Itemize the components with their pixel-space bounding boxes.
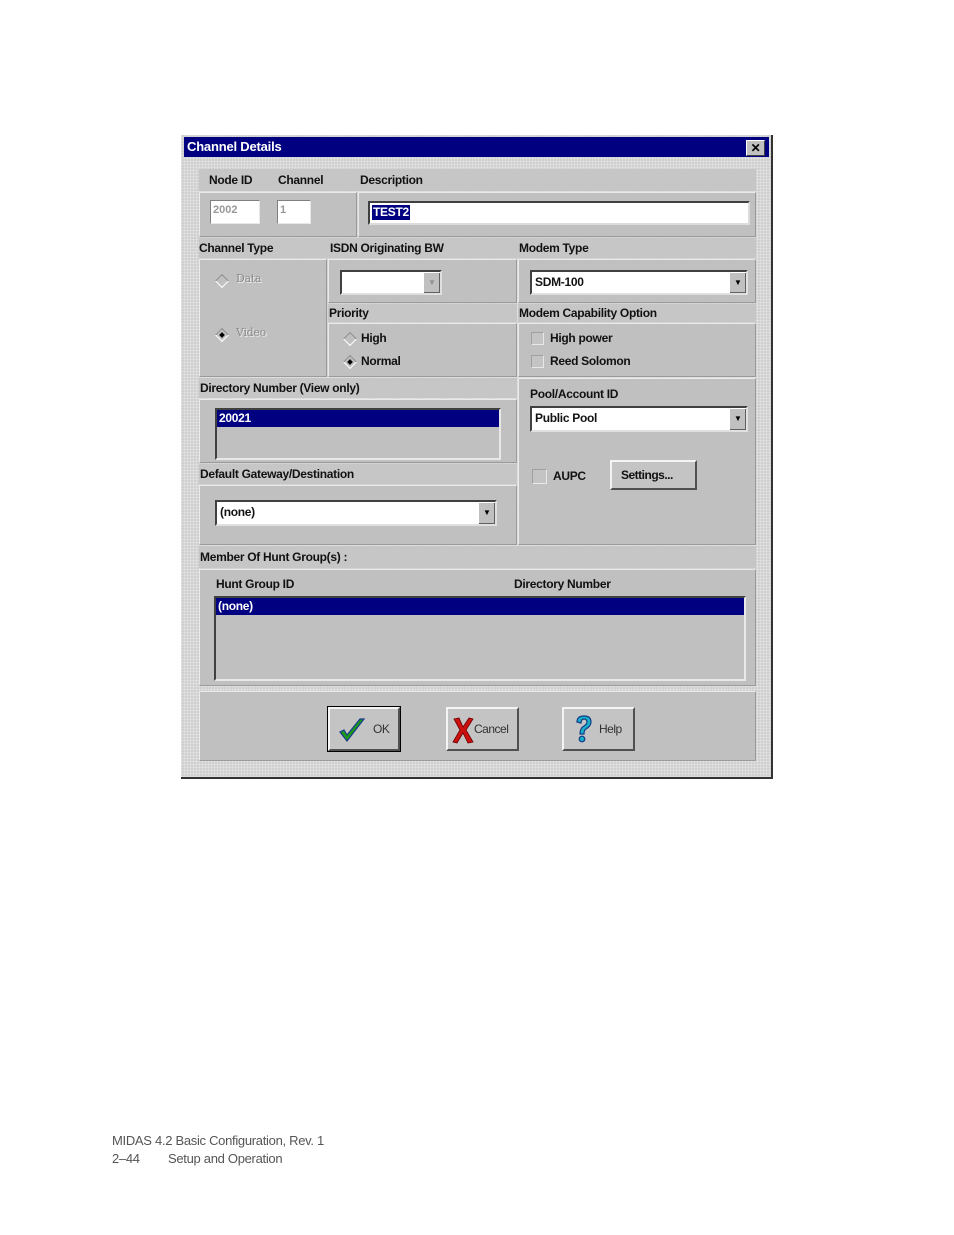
title-bar: Channel Details ✕	[184, 137, 769, 157]
modem-capability-header: Modem Capability Option	[518, 304, 756, 322]
normal-option-label[interactable]: Normal	[361, 354, 401, 368]
table-row[interactable]: (none)	[216, 598, 744, 615]
pool-account-label: Pool/Account ID	[530, 387, 619, 401]
isdn-bw-label: ISDN Originating BW	[330, 241, 444, 255]
modem-capability-panel: High power Reed Solomon	[518, 323, 756, 377]
chevron-down-icon: ▼	[478, 502, 495, 524]
close-x-icon: ✕	[750, 141, 761, 155]
radio-high[interactable]	[342, 331, 358, 347]
description-value: TEST2	[372, 205, 410, 220]
footer-section: Setup and Operation	[168, 1151, 283, 1166]
directory-number-list[interactable]: 20021	[215, 408, 501, 460]
description-label: Description	[360, 173, 423, 187]
modem-capability-label: Modem Capability Option	[519, 306, 657, 320]
modem-type-label: Modem Type	[519, 241, 589, 255]
video-option-label: Video	[236, 326, 266, 339]
chevron-down-icon: ▼	[729, 408, 746, 430]
identity-header: Node ID Channel Description	[199, 169, 756, 191]
channel-field: 1	[277, 200, 311, 224]
priority-header: Priority	[328, 304, 517, 322]
help-button[interactable]: Help	[562, 707, 635, 751]
question-mark-icon	[576, 715, 592, 743]
dialog-title: Channel Details	[187, 139, 282, 154]
default-gateway-label: Default Gateway/Destination	[200, 467, 354, 481]
channel-label: Channel	[278, 173, 324, 187]
directory-number-header: Directory Number (View only)	[199, 378, 517, 398]
hunt-groups-panel: Hunt Group ID Directory Number (none)	[199, 569, 756, 686]
chevron-down-icon: ▼	[729, 272, 746, 293]
radio-normal[interactable]	[342, 354, 358, 370]
checkmark-icon	[339, 718, 366, 742]
reed-solomon-checkbox[interactable]	[531, 355, 544, 368]
settings-button[interactable]: Settings...	[610, 460, 697, 490]
default-gateway-value: (none)	[220, 505, 255, 519]
default-gateway-panel: (none) ▼	[199, 485, 517, 545]
modem-type-value: SDM-100	[535, 275, 584, 289]
channel-value: 1	[280, 204, 287, 216]
directory-number-label: Directory Number (View only)	[200, 381, 360, 395]
hunt-groups-header: Member Of Hunt Group(s) :	[199, 546, 756, 568]
ok-button-label: OK	[373, 722, 390, 736]
channel-type-panel: Data Video	[199, 259, 327, 377]
aupc-label[interactable]: AUPC	[553, 469, 586, 483]
pool-account-panel: Pool/Account ID Public Pool ▼ AUPC Setti…	[518, 378, 756, 545]
radio-data	[214, 273, 230, 289]
description-panel: TEST2	[358, 192, 756, 237]
high-option-label[interactable]: High	[361, 331, 387, 345]
high-power-label[interactable]: High power	[550, 331, 613, 345]
channel-details-dialog: Channel Details ✕ Node ID Channel Descri…	[181, 135, 773, 779]
default-gateway-header: Default Gateway/Destination	[199, 464, 517, 484]
pool-account-value: Public Pool	[535, 411, 598, 425]
hunt-group-id-column[interactable]: Hunt Group ID	[216, 577, 294, 591]
ok-button[interactable]: OK	[327, 706, 401, 752]
hunt-groups-list[interactable]: (none)	[214, 596, 746, 681]
high-power-checkbox[interactable]	[531, 332, 544, 345]
list-item[interactable]: 20021	[217, 410, 499, 427]
footer-page-number: 2–44	[112, 1151, 140, 1166]
modem-type-select[interactable]: SDM-100 ▼	[530, 270, 748, 295]
isdn-bw-select: ▼	[340, 270, 442, 295]
settings-button-label: Settings...	[621, 468, 673, 482]
cancel-button[interactable]: Cancel	[446, 707, 519, 751]
isdn-bw-panel: ▼	[328, 259, 517, 303]
default-gateway-select[interactable]: (none) ▼	[215, 500, 497, 526]
hunt-groups-label: Member Of Hunt Group(s) :	[200, 550, 348, 564]
close-button[interactable]: ✕	[746, 140, 765, 156]
directory-number-panel: 20021	[199, 399, 517, 463]
cancel-button-label: Cancel	[474, 722, 509, 736]
directory-number-column[interactable]: Directory Number	[514, 577, 611, 591]
reed-solomon-label[interactable]: Reed Solomon	[550, 354, 631, 368]
button-bar: OK Cancel Help	[199, 691, 756, 761]
help-button-label: Help	[599, 722, 622, 736]
channel-type-label: Channel Type	[199, 241, 274, 255]
pool-account-select[interactable]: Public Pool ▼	[530, 406, 748, 432]
red-x-icon	[452, 717, 474, 744]
chevron-down-icon: ▼	[423, 272, 440, 293]
ids-panel: 2002 1	[199, 192, 357, 237]
data-option-label: Data	[236, 272, 262, 285]
type-header: Channel Type ISDN Originating BW Modem T…	[199, 238, 756, 258]
modem-type-panel: SDM-100 ▼	[518, 259, 756, 303]
radio-video	[214, 327, 230, 343]
node-id-label: Node ID	[209, 173, 253, 187]
footer-doc-title: MIDAS 4.2 Basic Configuration, Rev. 1	[112, 1133, 324, 1148]
node-id-field: 2002	[210, 200, 260, 224]
priority-panel: High Normal	[328, 323, 517, 377]
aupc-checkbox[interactable]	[532, 469, 547, 484]
description-input[interactable]: TEST2	[368, 201, 750, 225]
priority-label: Priority	[329, 306, 369, 320]
node-id-value: 2002	[213, 204, 238, 216]
